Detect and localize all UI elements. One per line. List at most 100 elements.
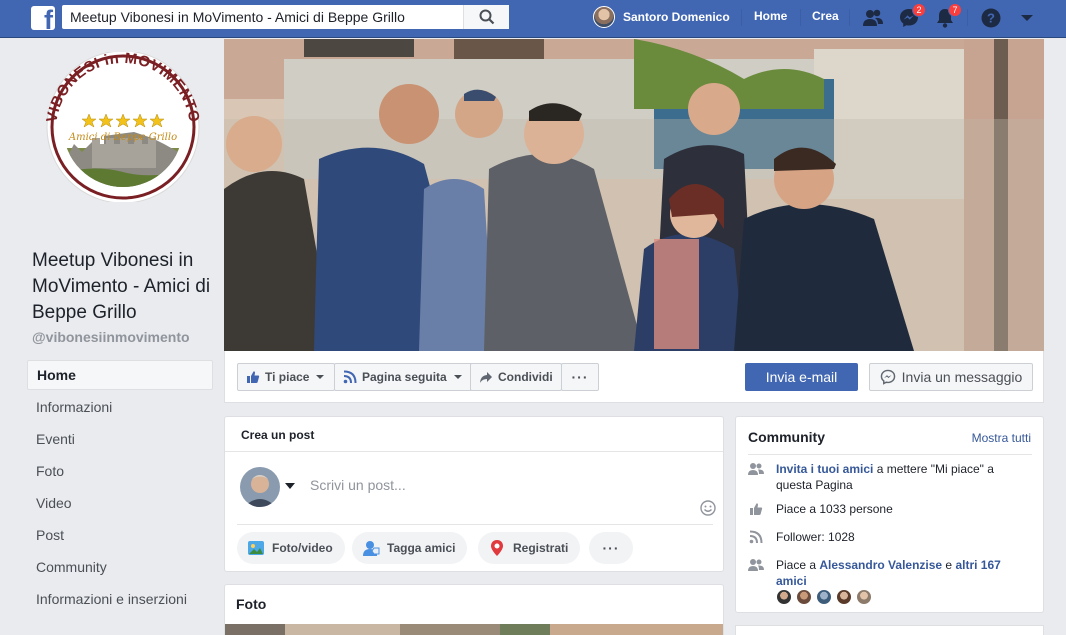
avatar[interactable] — [856, 589, 872, 605]
photo-icon — [248, 541, 264, 555]
avatar[interactable] — [836, 589, 852, 605]
nav-divider — [849, 9, 850, 26]
like-label: Ti piace — [265, 370, 310, 384]
send-message-button[interactable]: Invia un messaggio — [869, 363, 1033, 391]
share-icon — [480, 372, 492, 383]
help-icon: ? — [981, 8, 1001, 28]
composer-title[interactable]: Crea un post — [241, 428, 314, 442]
send-email-button[interactable]: Invia e-mail — [745, 363, 858, 391]
composer-avatar[interactable] — [240, 467, 280, 507]
invite-friends-link[interactable]: Invita i tuoi amici — [776, 462, 873, 476]
see-all-link[interactable]: Mostra tutti — [972, 431, 1031, 445]
search-box — [62, 5, 509, 29]
rss-icon — [749, 530, 763, 544]
search-button[interactable] — [463, 5, 509, 29]
sidebar-card — [735, 625, 1044, 635]
page-profile-picture[interactable]: VIBONESI in MOVIMENTO Amici di Beppe Gri… — [34, 50, 212, 204]
composer-divider — [225, 451, 723, 452]
thumbs-up-icon — [247, 371, 260, 383]
search-input[interactable] — [62, 5, 462, 29]
sidebar-item-informazioni[interactable]: Informazioni — [27, 392, 213, 424]
photos-card: Foto — [224, 584, 724, 635]
post-composer: Crea un post Scrivi un post... Foto/vide… — [224, 416, 724, 572]
top-navigation-bar: f Santoro Domenico Home Crea 2 7 ? — [0, 0, 1066, 38]
send-message-label: Invia un messaggio — [901, 369, 1023, 385]
composer-more-label: ··· — [602, 540, 620, 556]
community-card: Community Mostra tutti Invita i tuoi ami… — [735, 416, 1044, 613]
community-divider — [748, 454, 1032, 455]
share-button[interactable]: Condividi — [470, 363, 562, 391]
follow-label: Pagina seguita — [362, 370, 447, 384]
emoji-icon[interactable] — [700, 500, 716, 516]
chevron-down-icon — [1021, 15, 1033, 21]
avatar[interactable] — [796, 589, 812, 605]
user-name: Santoro Domenico — [623, 10, 730, 24]
caret-down-icon — [453, 375, 462, 379]
community-title: Community — [748, 429, 825, 445]
composer-divider — [237, 524, 713, 525]
notifications-badge: 7 — [948, 3, 962, 17]
friends-icon — [748, 559, 764, 571]
profile-link[interactable]: Santoro Domenico — [593, 5, 730, 29]
home-link[interactable]: Home — [754, 9, 787, 23]
sidebar-item-post[interactable]: Post — [27, 520, 213, 552]
user-avatar — [593, 6, 615, 28]
tag-friends-icon — [363, 541, 380, 556]
check-in-label: Registrati — [513, 541, 569, 555]
friends-prefix: Piace a — [776, 558, 820, 572]
cover-photo[interactable] — [224, 39, 1044, 351]
photos-preview-image[interactable] — [225, 624, 723, 635]
composer-more-button[interactable]: ··· — [589, 532, 633, 564]
follow-button[interactable]: Pagina seguita — [334, 363, 473, 391]
create-link[interactable]: Crea — [812, 9, 839, 23]
user-avatar-image — [240, 467, 280, 507]
avatar[interactable] — [816, 589, 832, 605]
tag-friends-button[interactable]: Tagga amici — [352, 532, 468, 564]
page-title[interactable]: Meetup Vibonesi in MoVimento - Amici di … — [32, 248, 218, 326]
sidebar-item-informazioni-inserzioni[interactable]: Informazioni e inserzioni — [27, 584, 213, 616]
nav-divider — [800, 9, 801, 26]
friend-requests-button[interactable] — [862, 7, 884, 29]
photo-video-button[interactable]: Foto/video — [237, 532, 345, 564]
nav-divider — [741, 9, 742, 26]
friend-name-link[interactable]: Alessandro Valenzise — [819, 558, 942, 572]
post-input[interactable]: Scrivi un post... — [310, 477, 406, 493]
caret-down-icon[interactable] — [285, 483, 295, 489]
search-icon — [479, 9, 494, 25]
page-handle[interactable]: @vibonesiinmovimento — [32, 329, 190, 345]
more-actions-label: ··· — [571, 369, 589, 385]
rss-icon — [343, 370, 357, 384]
photos-card-title[interactable]: Foto — [236, 596, 266, 612]
avatar[interactable] — [776, 589, 792, 605]
share-label: Condividi — [498, 370, 553, 384]
account-menu-button[interactable] — [1016, 7, 1038, 29]
friends-icon — [748, 463, 764, 475]
more-actions-button[interactable]: ··· — [561, 363, 599, 391]
location-pin-icon — [491, 540, 503, 556]
tag-friends-label: Tagga amici — [387, 541, 456, 555]
sidebar-item-foto[interactable]: Foto — [27, 456, 213, 488]
sidebar-item-home[interactable]: Home — [27, 360, 213, 390]
help-button[interactable]: ? — [980, 7, 1002, 29]
photo-video-label: Foto/video — [272, 541, 333, 555]
nav-divider — [967, 9, 968, 26]
sidebar-item-video[interactable]: Video — [27, 488, 213, 520]
thumbs-up-icon — [750, 503, 763, 515]
page-action-bar: Ti piace Pagina seguita Condividi ··· In… — [224, 351, 1044, 403]
movimento-logo: VIBONESI in MOVIMENTO Amici di Beppe Gri… — [43, 50, 202, 204]
notifications-button[interactable]: 7 — [934, 3, 962, 29]
messenger-button[interactable]: 2 — [898, 3, 926, 29]
like-button[interactable]: Ti piace — [237, 363, 336, 391]
page-sidebar-nav: Home Informazioni Eventi Foto Video Post… — [27, 360, 213, 616]
friends-icon — [863, 9, 883, 26]
facebook-logo-icon[interactable]: f — [31, 6, 55, 30]
friend-avatars — [776, 589, 876, 605]
svg-text:?: ? — [987, 11, 995, 26]
check-in-button[interactable]: Registrati — [478, 532, 581, 564]
logo-subtitle: Amici di Beppe Grillo — [68, 132, 177, 143]
friends-mid: e — [942, 558, 956, 572]
likes-count: Piace a 1033 persone — [776, 502, 893, 516]
messenger-icon — [880, 369, 895, 385]
sidebar-item-eventi[interactable]: Eventi — [27, 424, 213, 456]
sidebar-item-community[interactable]: Community — [27, 552, 213, 584]
